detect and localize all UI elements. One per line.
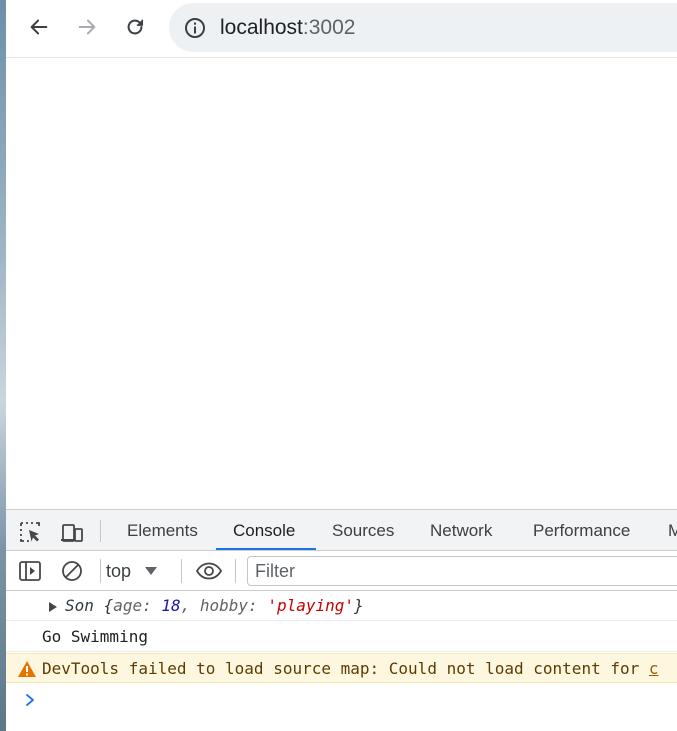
console-message-log: Go Swimming [6,622,677,652]
toolbar-separator [181,559,182,583]
warning-link[interactable]: c [649,659,659,678]
warning-icon [18,661,36,677]
tab-sources[interactable]: Sources [332,510,394,551]
back-button[interactable] [23,11,55,43]
forward-button[interactable] [71,11,103,43]
tab-more[interactable]: M [668,510,677,551]
object-open-brace: { [103,596,114,615]
console-filter-input[interactable] [247,556,677,586]
live-expression-eye-icon[interactable] [195,559,223,583]
browser-toolbar: localhost:3002 [6,0,677,58]
context-selector[interactable]: top [106,557,158,585]
object-separator: , [180,596,200,615]
devtools-panel: Elements Console Sources Network Perform… [6,509,677,731]
console-messages: Son {age: 18, hobby: 'playing'} Go Swimm… [6,591,677,731]
url-text: localhost:3002 [220,16,355,40]
sidebar-toggle-icon[interactable] [18,559,42,583]
prompt-chevron-icon[interactable] [23,692,37,708]
context-value: top [106,560,132,581]
console-message-warning: DevTools failed to load source map: Coul… [6,653,677,683]
tab-console[interactable]: Console [233,510,295,551]
console-message-object: Son {age: 18, hobby: 'playing'} [6,591,677,621]
chevron-down-icon [145,567,158,575]
object-close-brace: } [354,596,364,615]
reload-icon [127,19,144,35]
tab-performance[interactable]: Performance [533,510,630,551]
page-viewport [6,59,677,509]
inspect-element-icon[interactable] [18,520,42,544]
toolbar-separator [235,559,236,583]
object-key-age: age: [113,596,162,615]
tab-network[interactable]: Network [430,510,492,551]
object-name: Son [65,596,94,615]
object-preview[interactable]: Son {age: 18, hobby: 'playing'} [65,591,364,620]
object-value-age: 18 [161,596,181,615]
object-key-hobby: hobby: [199,596,268,615]
devtools-tab-bar: Elements Console Sources Network Perform… [6,510,677,551]
reload-button[interactable] [119,11,151,43]
tab-elements[interactable]: Elements [127,510,198,551]
tab-separator [100,520,101,542]
clear-console-icon[interactable] [60,559,84,583]
warning-message: DevTools failed to load source map: Coul… [42,659,649,678]
console-toolbar: top [6,551,677,591]
object-value-hobby: 'playing' [267,596,355,615]
toolbar-separator [100,559,101,583]
forward-arrow-icon [78,19,96,35]
device-toolbar-icon[interactable] [60,520,84,544]
active-tab-indicator [216,548,316,550]
site-info-icon[interactable] [183,16,207,40]
log-text: Go Swimming [42,627,148,646]
warning-text: DevTools failed to load source map: Coul… [42,654,659,682]
url-port: :3002 [302,16,356,39]
expand-triangle-icon[interactable] [49,602,57,612]
url-host: localhost [220,16,303,39]
back-arrow-icon [30,19,48,35]
address-bar[interactable]: localhost:3002 [169,3,677,52]
